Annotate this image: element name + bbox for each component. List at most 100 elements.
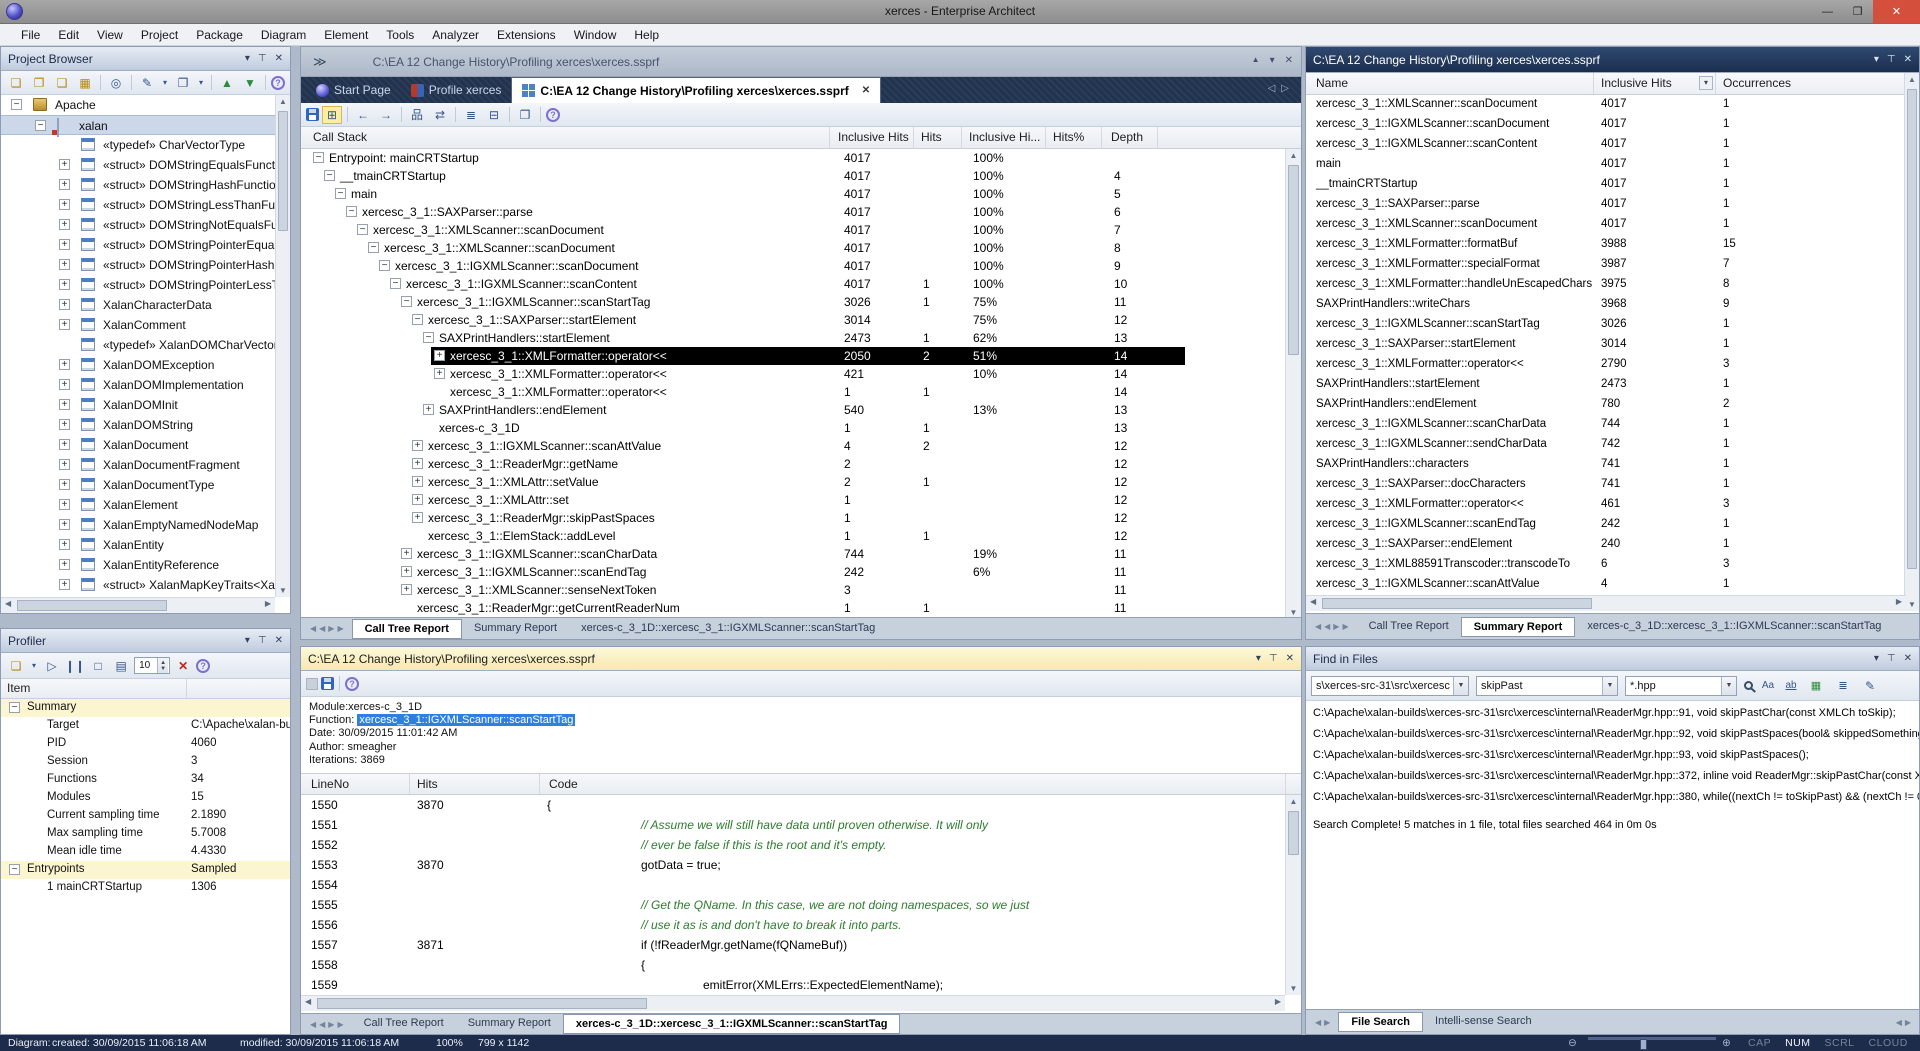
tree-item[interactable]: +XalanDOMException	[1, 355, 275, 375]
tree-item[interactable]: +«struct» DOMStringPointerHashF	[1, 255, 275, 275]
tree-item[interactable]: +XalanElement	[1, 495, 275, 515]
menu-view[interactable]: View	[88, 26, 132, 44]
function-name-selected[interactable]: xercesc_3_1::IGXMLScanner::scanStartTag	[357, 714, 575, 726]
callstack-row[interactable]: +xercesc_3_1::XMLAttr::setValue2112	[301, 473, 1285, 491]
tree-item[interactable]: +XalanDocument	[1, 435, 275, 455]
save-icon[interactable]	[306, 108, 319, 121]
menu-help[interactable]: Help	[625, 26, 668, 44]
expander-icon[interactable]: +	[59, 219, 70, 230]
callstack-row[interactable]: +SAXPrintHandlers::endElement54013%13	[301, 401, 1285, 419]
tree-view-icon[interactable]: ⊞	[322, 106, 342, 124]
file-filter-combobox[interactable]: *.hpp▼	[1625, 676, 1737, 696]
search-result-line[interactable]: C:\Apache\xalan-builds\xerces-src-31\src…	[1313, 749, 1809, 761]
summary-row[interactable]: SAXPrintHandlers::writeChars39689	[1306, 295, 1906, 315]
zoom-out-icon[interactable]: ⊖	[1568, 1037, 1577, 1049]
tree-item[interactable]: +XalanCharacterData	[1, 295, 275, 315]
pin-icon[interactable]: ⊤	[1269, 653, 1278, 664]
col-inclusive-hits[interactable]: Inclusive Hits	[1601, 76, 1672, 90]
callstack-row[interactable]: xercesc_3_1::ElemStack::addLevel1112	[301, 527, 1285, 545]
tree-results-icon[interactable]: ▦	[1806, 677, 1826, 695]
summary-row[interactable]: SAXPrintHandlers::endElement7802	[1306, 395, 1906, 415]
summary-row[interactable]: SAXPrintHandlers::startElement24731	[1306, 375, 1906, 395]
stop-profiler-icon[interactable]: □	[88, 657, 108, 675]
zoom-slider-thumb[interactable]	[1640, 1039, 1647, 1050]
toggle-num[interactable]: NUM	[1785, 1037, 1810, 1049]
menu-analyzer[interactable]: Analyzer	[423, 26, 488, 44]
tab-nav-arrows[interactable]: ◀◀▶▶	[310, 624, 347, 633]
new-profile-icon[interactable]: ❏	[6, 657, 26, 675]
zoom-slider[interactable]	[1588, 1037, 1716, 1040]
copy-icon[interactable]: ❐	[515, 106, 535, 124]
search-result-line[interactable]: C:\Apache\xalan-builds\xerces-src-31\src…	[1313, 707, 1896, 719]
expander-icon[interactable]: +	[59, 459, 70, 470]
expander-icon[interactable]: +	[59, 359, 70, 370]
expander-icon[interactable]: +	[59, 159, 70, 170]
close-icon[interactable]: ✕	[1286, 653, 1294, 664]
expander-icon[interactable]: −	[346, 206, 357, 217]
profiler-row[interactable]: Modules15	[1, 789, 290, 807]
search-result-line[interactable]: C:\Apache\xalan-builds\xerces-src-31\src…	[1313, 770, 1919, 782]
profiler-row[interactable]: Max sampling time5.7008	[1, 825, 290, 843]
new-package-icon[interactable]: ❐	[29, 74, 49, 92]
expander-icon[interactable]: +	[59, 559, 70, 570]
col-name[interactable]: Name	[1316, 76, 1348, 90]
tree-item[interactable]: +«struct» DOMStringHashFunction	[1, 175, 275, 195]
minimize-button[interactable]: —	[1813, 0, 1842, 23]
panel-menu-icon[interactable]: ▾	[1256, 653, 1261, 664]
callstack-row[interactable]: −__tmainCRTStartup4017100%4	[301, 167, 1285, 185]
list-results-icon[interactable]: ≣	[1833, 677, 1853, 695]
toggle-cap[interactable]: CAP	[1748, 1037, 1771, 1049]
toggle-cloud[interactable]: CLOUD	[1869, 1037, 1908, 1049]
expander-icon[interactable]: −	[423, 332, 434, 343]
item-column-header[interactable]: Item	[7, 681, 30, 695]
profile-dropdown-icon[interactable]: ▾	[29, 657, 39, 675]
tree-item[interactable]: +«struct» DOMStringEqualsFunctio	[1, 155, 275, 175]
summary-row[interactable]: xercesc_3_1::IGXMLScanner::sendCharData7…	[1306, 435, 1906, 455]
profiler-row[interactable]: PID4060	[1, 735, 290, 753]
expander-icon[interactable]: +	[59, 259, 70, 270]
move-down-icon[interactable]: ▼	[240, 74, 260, 92]
summary-row[interactable]: SAXPrintHandlers::characters7411	[1306, 455, 1906, 475]
zoom-in-icon[interactable]: ⊕	[1722, 1037, 1731, 1049]
close-icon[interactable]: ✕	[1285, 55, 1293, 66]
summary-row[interactable]: xercesc_3_1::XML88591Transcoder::transco…	[1306, 555, 1906, 575]
report-tab[interactable]: Call Tree Report	[1357, 617, 1461, 637]
callstack-row[interactable]: −xercesc_3_1::IGXMLScanner::scanDocument…	[301, 257, 1285, 275]
edit-dropdown-icon[interactable]: ▾	[160, 74, 170, 92]
callstack-row[interactable]: −Entrypoint: mainCRTStartup4017100%	[301, 149, 1285, 167]
panel-menu-icon[interactable]: ▾	[1874, 54, 1879, 65]
close-icon[interactable]: ✕	[275, 53, 283, 64]
summary-row[interactable]: xercesc_3_1::XMLScanner::scanDocument401…	[1306, 215, 1906, 235]
copy-dropdown-icon[interactable]: ▾	[196, 74, 206, 92]
callstack-row[interactable]: +xercesc_3_1::IGXMLScanner::scanEndTag24…	[301, 563, 1285, 581]
report-tab[interactable]: Call Tree Report	[352, 1014, 456, 1034]
summary-row[interactable]: xercesc_3_1::SAXParser::startElement3014…	[1306, 335, 1906, 355]
expander-icon[interactable]: −	[401, 296, 412, 307]
callstack-row[interactable]: +xercesc_3_1::ReaderMgr::skipPastSpaces1…	[301, 509, 1285, 527]
search-scope-combobox[interactable]: s\xerces-src-31\src\xercesc▼	[1311, 676, 1469, 696]
dropdown-icon[interactable]: ▼	[1602, 677, 1617, 695]
tab-nav-arrows[interactable]: ◀▶	[1315, 1018, 1333, 1027]
pin-icon[interactable]: ⊤	[258, 635, 267, 646]
callstack-row[interactable]: −xercesc_3_1::XMLScanner::scanDocument40…	[301, 239, 1285, 257]
dropdown-icon[interactable]: ▼	[1453, 677, 1468, 695]
help-icon[interactable]: ?	[271, 76, 285, 90]
report-tab[interactable]: xerces-c_3_1D::xercesc_3_1::IGXMLScanner…	[569, 619, 887, 639]
expander-icon[interactable]: +	[401, 566, 412, 577]
tab-scrollbar-arrows[interactable]: ◀▶	[1896, 1018, 1914, 1027]
callstack-row[interactable]: xerces-c_3_1D1113	[301, 419, 1285, 437]
profiler-row[interactable]: TargetC:\Apache\xalan-bu	[1, 717, 290, 735]
expander-icon[interactable]: +	[59, 239, 70, 250]
org-chart-icon[interactable]: 品	[407, 106, 427, 124]
expander-icon[interactable]: −	[313, 152, 324, 163]
toggle-scrl[interactable]: SCRL	[1825, 1037, 1855, 1049]
search-result-line[interactable]: C:\Apache\xalan-builds\xerces-src-31\src…	[1313, 728, 1919, 740]
collapse-tree-icon[interactable]: ⊟	[484, 106, 504, 124]
move-up-icon[interactable]: ▲	[217, 74, 237, 92]
filter-dropdown-icon[interactable]: ▾	[1699, 76, 1713, 90]
expander-icon[interactable]: +	[59, 419, 70, 430]
search-in-model-icon[interactable]: ◎	[106, 74, 126, 92]
search-result-line[interactable]: C:\Apache\xalan-builds\xerces-src-31\src…	[1313, 791, 1919, 803]
copy-icon[interactable]: ❐	[173, 74, 193, 92]
expander-icon[interactable]: +	[59, 519, 70, 530]
